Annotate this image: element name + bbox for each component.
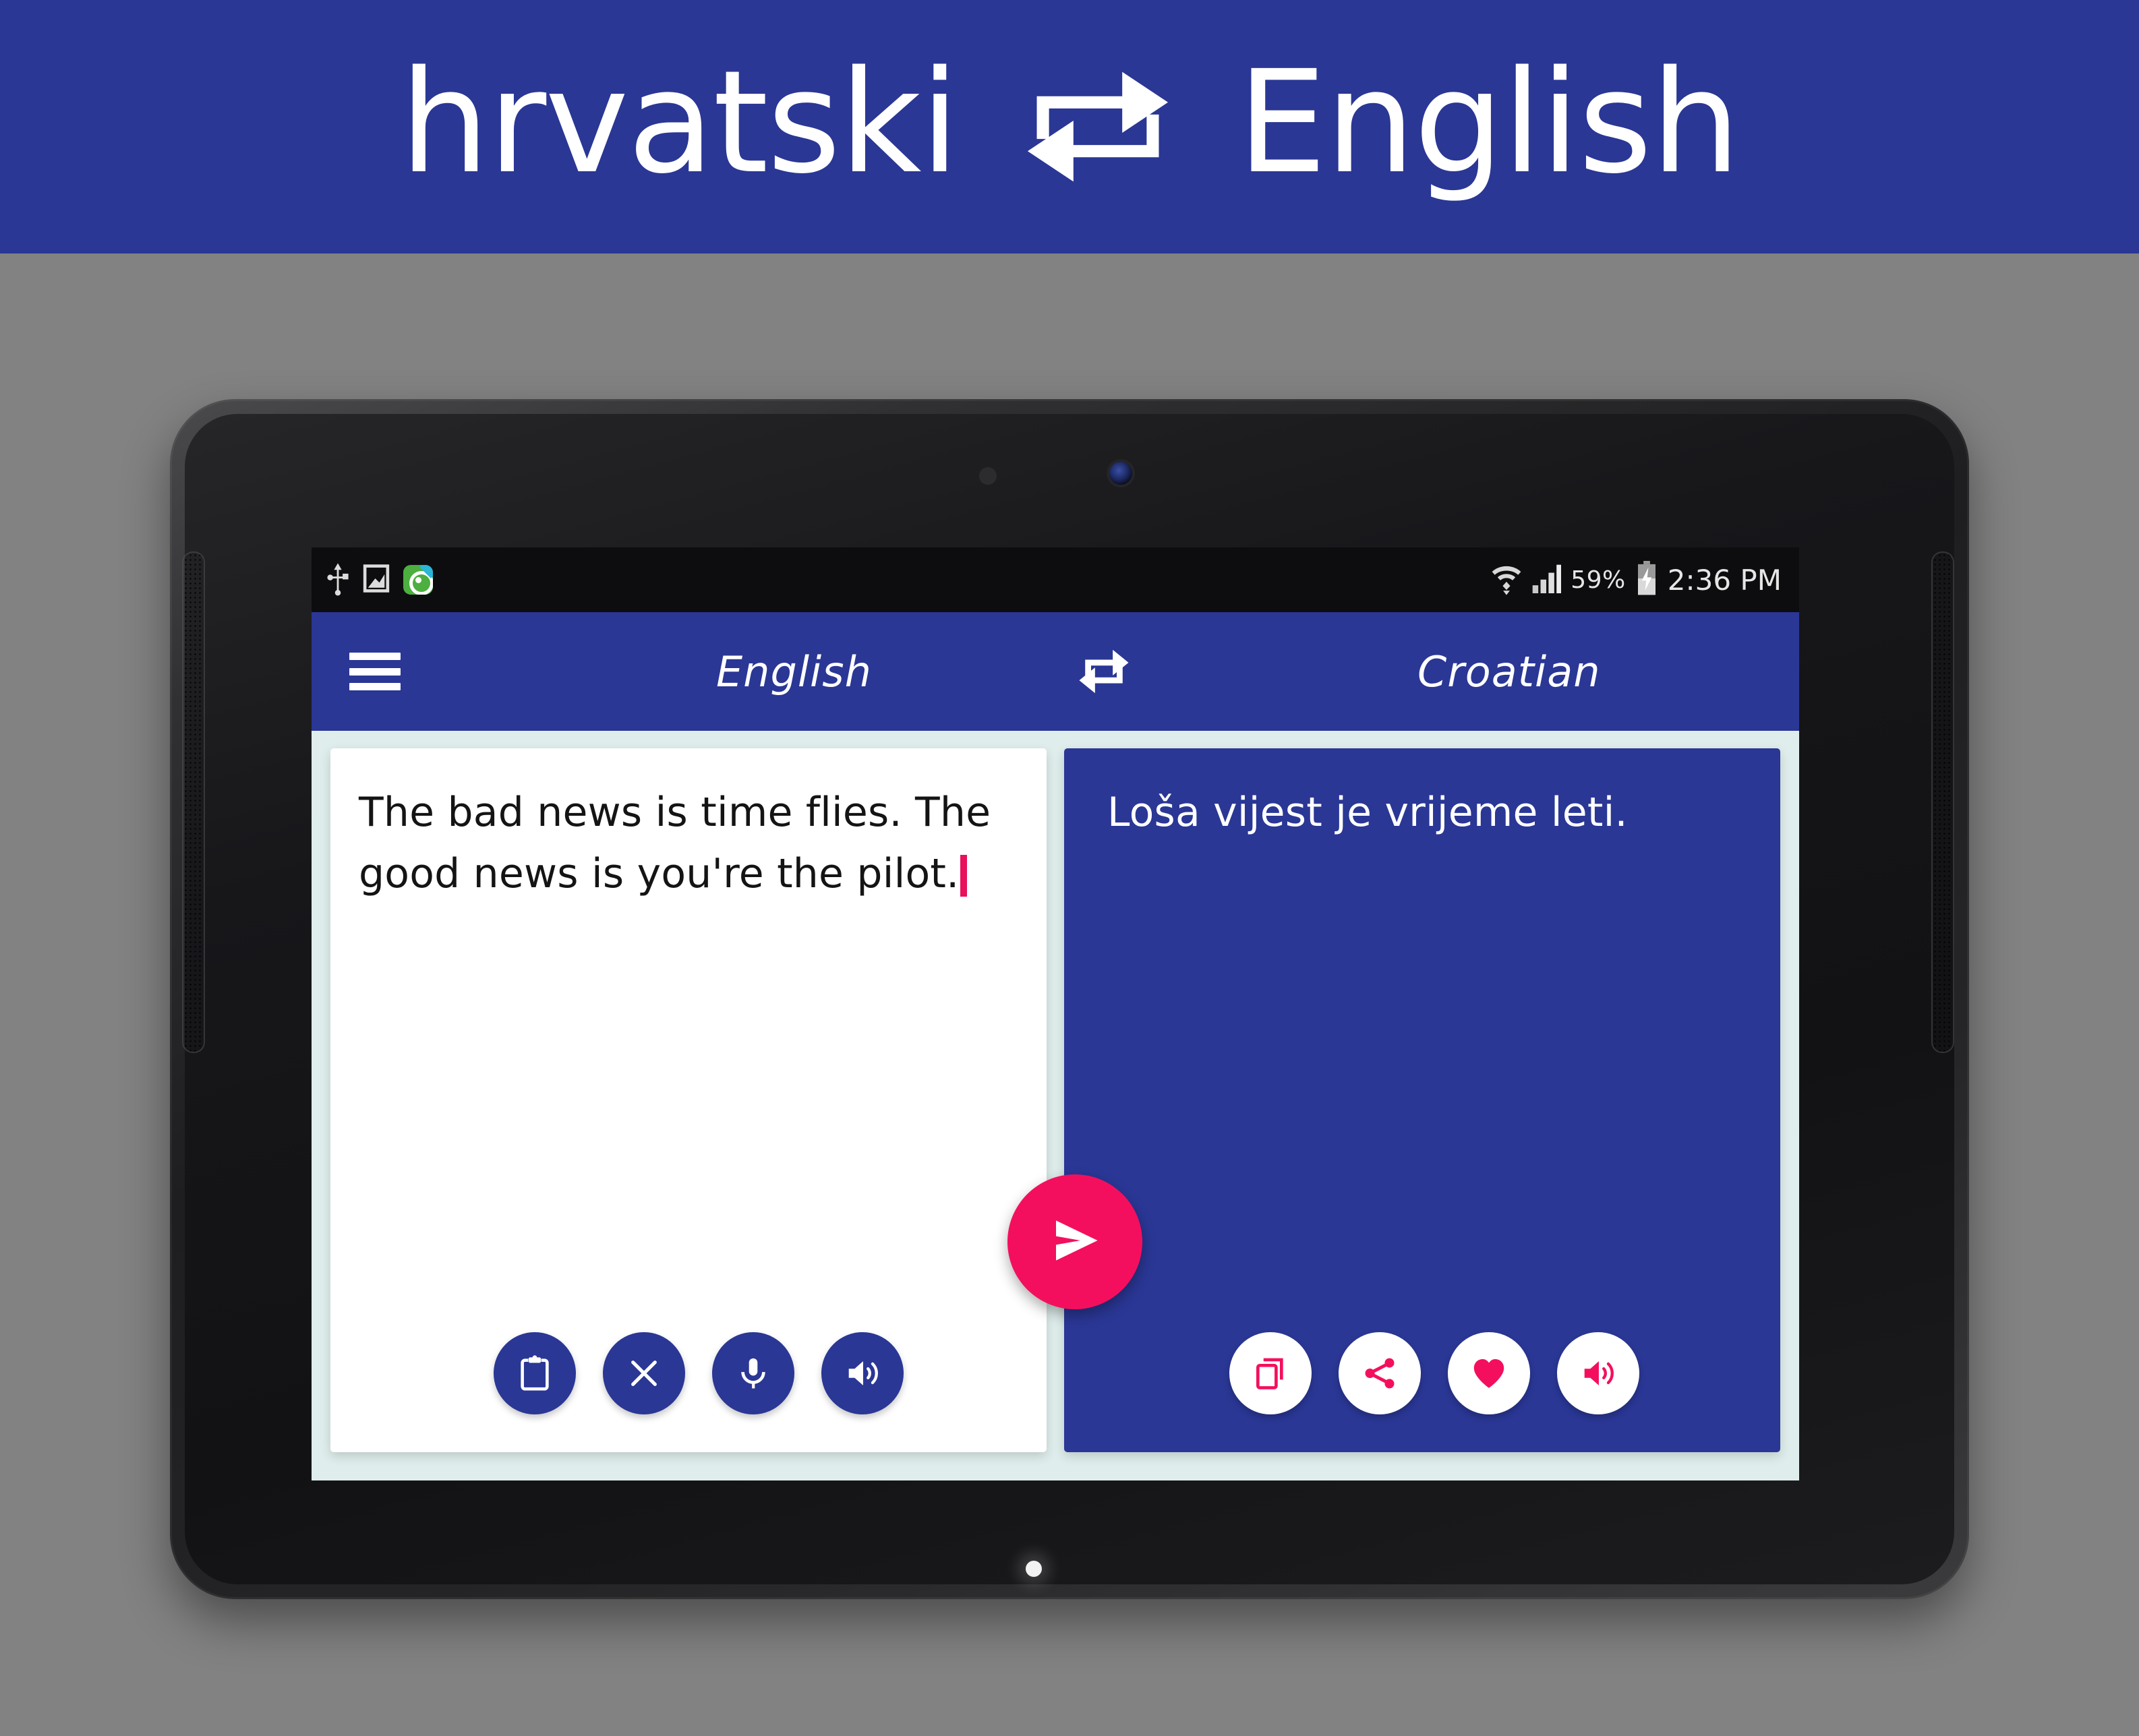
share-button[interactable] [1339, 1332, 1421, 1414]
front-camera-icon [1109, 462, 1132, 485]
status-bar-clock: 2:36 PM [1667, 563, 1782, 597]
send-arrow-icon [1043, 1208, 1107, 1276]
battery-charging-icon [1635, 560, 1658, 599]
tablet-screen: 59% 2:36 PM English Croatian The bad new… [312, 547, 1799, 1480]
banner-target-language: English [1237, 40, 1740, 205]
header-banner: hrvatski English [0, 0, 2139, 253]
source-text-value: The bad news is time flies. The good new… [359, 789, 991, 898]
hamburger-menu-icon[interactable] [349, 653, 401, 690]
toolbar-target-language[interactable]: Croatian [1417, 647, 1601, 696]
battery-percent-label: 59% [1571, 566, 1626, 594]
source-text-input[interactable]: The bad news is time flies. The good new… [359, 782, 1020, 905]
target-text-panel[interactable]: Loša vijest je vrijeme leti. [1064, 748, 1780, 1452]
swap-languages-icon[interactable] [1077, 646, 1131, 697]
speak-target-button[interactable] [1557, 1332, 1639, 1414]
translation-content: The bad news is time flies. The good new… [312, 731, 1799, 1480]
app-toolbar: English Croatian [312, 612, 1799, 731]
screenshot-icon [363, 563, 390, 597]
notification-led-icon [1026, 1561, 1042, 1577]
swap-repeat-icon [1020, 63, 1175, 191]
translated-text: Loša vijest je vrijeme leti. [1107, 789, 1628, 836]
clear-button[interactable] [603, 1332, 685, 1414]
copy-button[interactable] [1229, 1332, 1312, 1414]
speaker-grille-left [183, 553, 204, 1052]
toolbar-source-language[interactable]: English [716, 647, 872, 696]
speak-source-button[interactable] [821, 1332, 904, 1414]
favorite-button[interactable] [1448, 1332, 1530, 1414]
android-status-bar: 59% 2:36 PM [312, 547, 1799, 612]
app-notification-icon [403, 565, 433, 595]
proximity-sensor-icon [979, 467, 997, 485]
paste-button[interactable] [494, 1332, 576, 1414]
target-actions-row [1064, 1332, 1780, 1414]
usb-icon [326, 561, 349, 599]
banner-source-language: hrvatski [399, 40, 960, 205]
speaker-grille-right [1933, 553, 1953, 1052]
translate-send-button[interactable] [1007, 1174, 1142, 1309]
wifi-icon [1491, 562, 1522, 599]
signal-bars-icon [1531, 562, 1562, 598]
source-text-panel[interactable]: The bad news is time flies. The good new… [330, 748, 1047, 1452]
voice-input-button[interactable] [712, 1332, 794, 1414]
source-actions-row [330, 1332, 1047, 1414]
text-caret [960, 855, 968, 897]
